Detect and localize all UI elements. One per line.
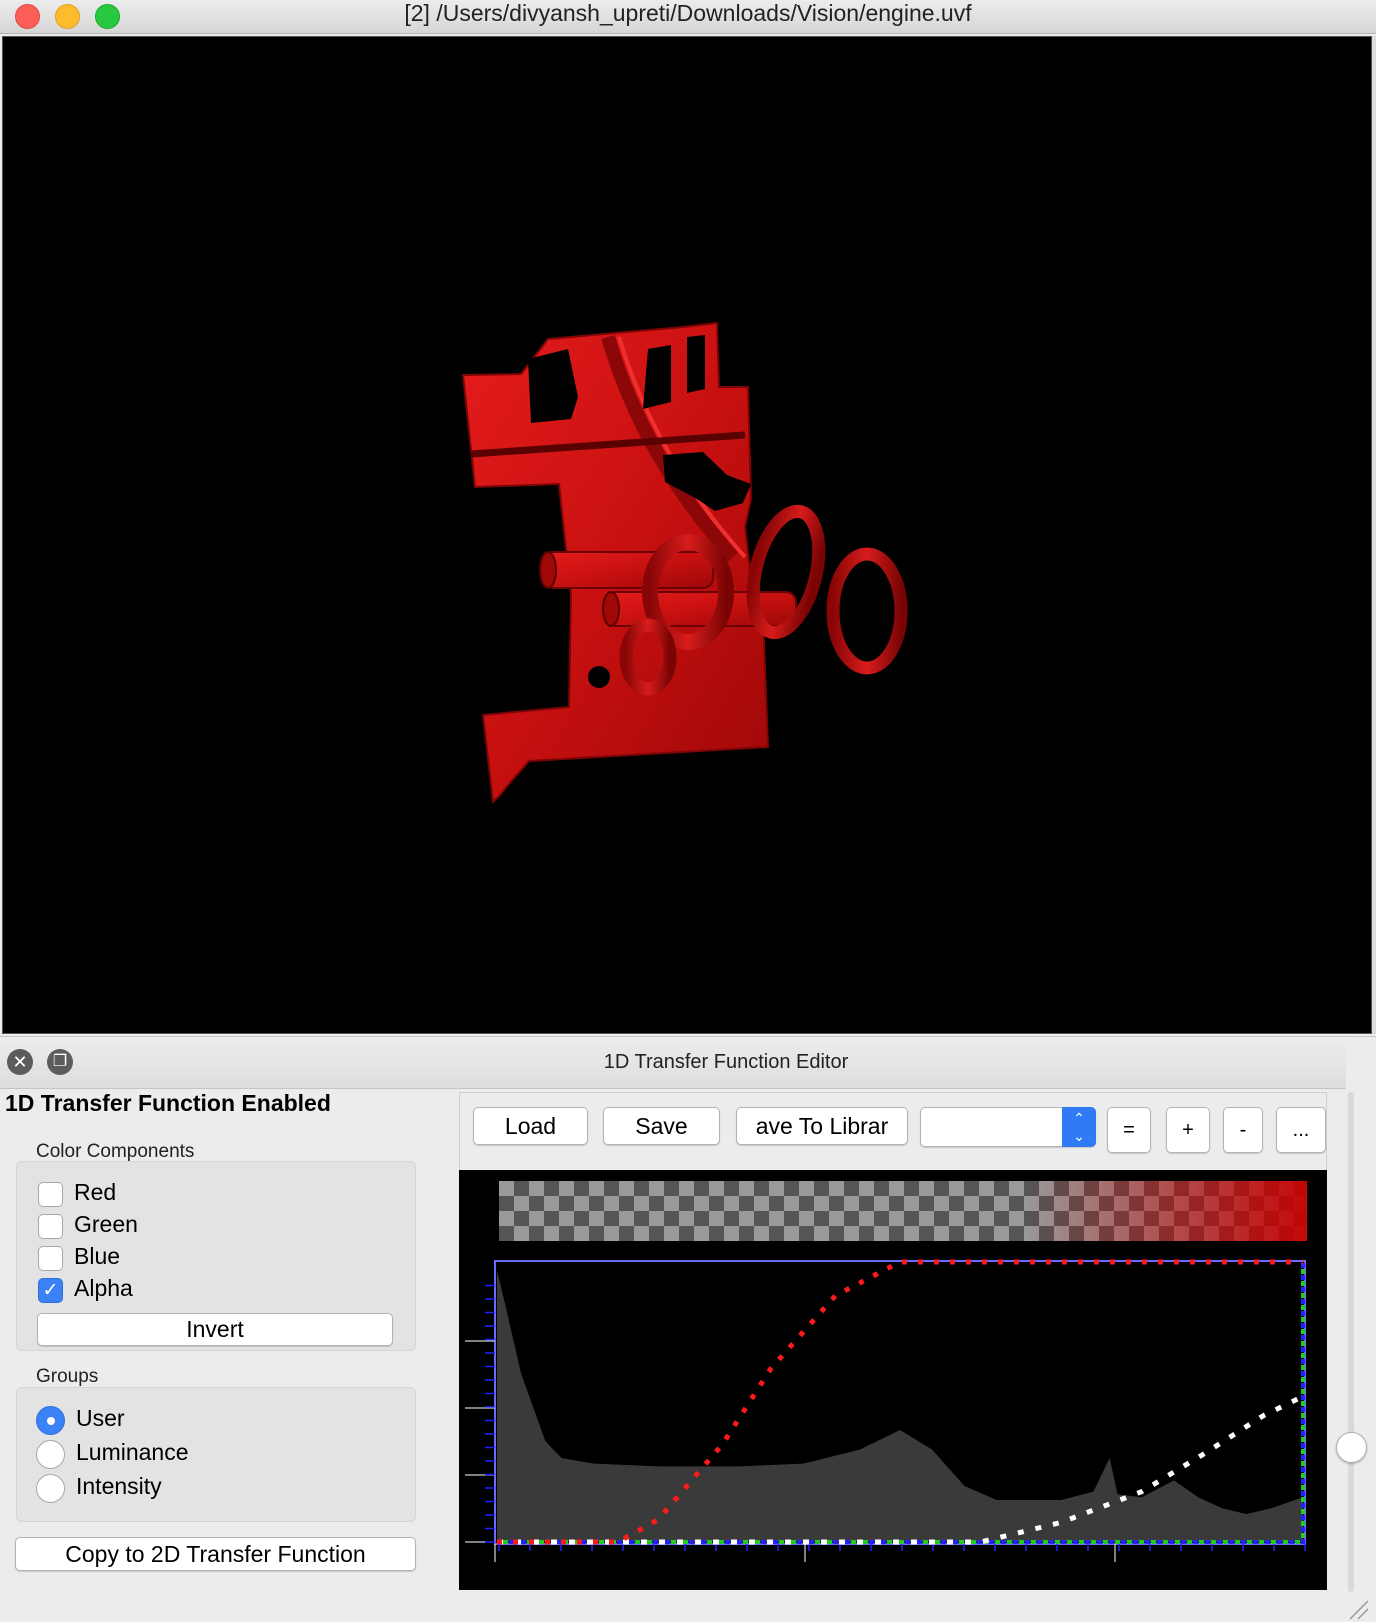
tf-plot[interactable] bbox=[459, 1170, 1327, 1590]
volume-render-view[interactable] bbox=[2, 36, 1372, 1034]
color-components-label: Color Components bbox=[36, 1141, 195, 1162]
colormap-bar bbox=[499, 1181, 1307, 1241]
minus-button[interactable]: - bbox=[1223, 1107, 1263, 1153]
intensity-radio[interactable] bbox=[36, 1474, 65, 1503]
alpha-checkbox[interactable]: ✓ bbox=[38, 1278, 63, 1303]
groups-label: Groups bbox=[36, 1366, 99, 1387]
equal-button[interactable]: = bbox=[1107, 1107, 1151, 1153]
tf-toolbar: Load Save ave To Librar ⌃ ⌄ = + - ... bbox=[459, 1092, 1327, 1172]
luminance-label: Luminance bbox=[76, 1439, 189, 1465]
more-button[interactable]: ... bbox=[1276, 1107, 1326, 1153]
user-label: User bbox=[76, 1405, 125, 1431]
user-radio[interactable] bbox=[36, 1406, 65, 1435]
select-arrows-icon: ⌃ ⌄ bbox=[1062, 1107, 1096, 1147]
blue-label: Blue bbox=[74, 1243, 121, 1269]
window-title: [2] /Users/divyansh_upreti/Downloads/Vis… bbox=[404, 0, 972, 26]
opacity-scale-slider-knob[interactable] bbox=[1336, 1432, 1367, 1463]
checkmark-icon: ✓ bbox=[42, 1280, 59, 1301]
tf-histogram-canvas[interactable] bbox=[459, 1170, 1327, 1590]
copy-to-2d-button[interactable]: Copy to 2D Transfer Function bbox=[15, 1537, 416, 1571]
viewport-edge-scrollbar bbox=[1372, 36, 1376, 1034]
tf-enabled-label: 1D Transfer Function Enabled bbox=[5, 1090, 331, 1116]
library-select[interactable]: ⌃ ⌄ bbox=[920, 1107, 1096, 1147]
rendered-engine-volume bbox=[461, 321, 908, 805]
tf-editor-title: 1D Transfer Function Editor bbox=[603, 1051, 849, 1073]
alpha-label: Alpha bbox=[74, 1275, 133, 1301]
intensity-label: Intensity bbox=[76, 1473, 162, 1499]
tf-editor-panel: ✕ ❐ 1D Transfer Function Editor 1D Trans… bbox=[0, 1036, 1376, 1622]
blue-checkbox[interactable] bbox=[38, 1246, 63, 1271]
load-button[interactable]: Load bbox=[473, 1107, 588, 1145]
red-label: Red bbox=[74, 1179, 117, 1205]
invert-button[interactable]: Invert bbox=[37, 1313, 393, 1346]
save-button[interactable]: Save bbox=[603, 1107, 720, 1145]
green-label: Green bbox=[74, 1211, 138, 1237]
plus-button[interactable]: + bbox=[1166, 1107, 1210, 1153]
opacity-scale-slider-track[interactable] bbox=[1348, 1092, 1354, 1592]
save-to-library-button[interactable]: ave To Librar bbox=[736, 1107, 908, 1145]
red-checkbox[interactable] bbox=[38, 1182, 63, 1207]
tf-editor-titlebar: ✕ ❐ 1D Transfer Function Editor bbox=[0, 1037, 1346, 1089]
luminance-radio[interactable] bbox=[36, 1440, 65, 1469]
histogram-area bbox=[497, 1270, 1303, 1542]
green-checkbox[interactable] bbox=[38, 1214, 63, 1239]
resize-grip-icon[interactable] bbox=[1346, 1597, 1370, 1621]
window-titlebar: [2] /Users/divyansh_upreti/Downloads/Vis… bbox=[0, 0, 1376, 34]
